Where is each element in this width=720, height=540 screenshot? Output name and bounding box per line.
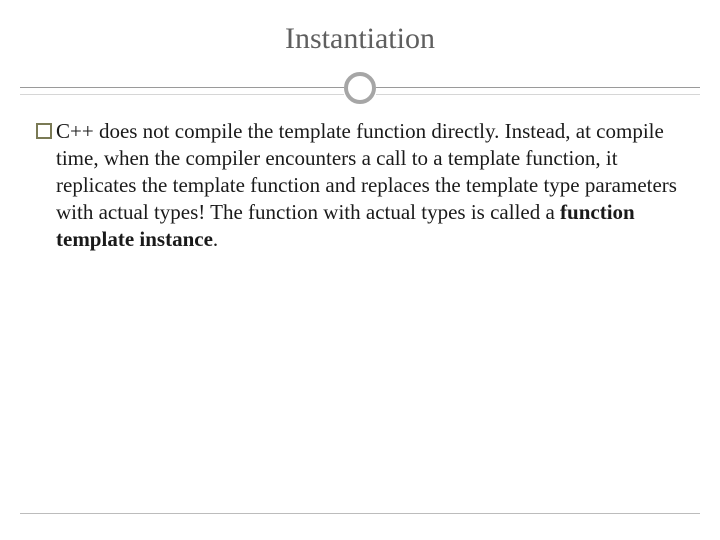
title-area: Instantiation xyxy=(0,0,720,68)
bullet-item: C++ does not compile the template functi… xyxy=(36,118,684,252)
content-area: C++ does not compile the template functi… xyxy=(0,108,720,252)
circle-icon xyxy=(344,72,376,104)
square-outline-icon xyxy=(36,123,52,139)
bottom-divider xyxy=(20,513,700,514)
body-text-part2: . xyxy=(213,227,218,251)
slide: Instantiation C++ does not compile the t… xyxy=(0,0,720,540)
title-divider xyxy=(0,68,720,108)
divider-circle-badge xyxy=(344,72,376,104)
slide-title: Instantiation xyxy=(0,22,720,56)
body-paragraph: C++ does not compile the template functi… xyxy=(56,118,684,252)
